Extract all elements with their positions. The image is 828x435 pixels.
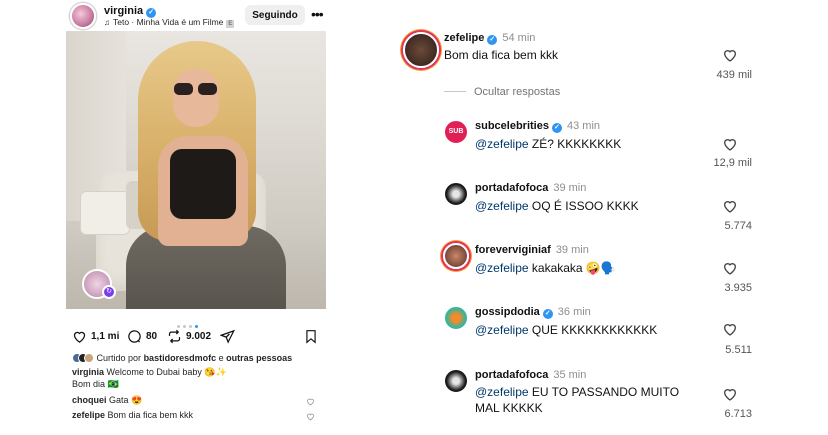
like-count: 6.713 — [724, 408, 752, 420]
heart-icon[interactable] — [306, 412, 315, 421]
comment-text: Bom dia fica bem kkk — [444, 48, 559, 62]
commenter-avatar[interactable] — [403, 32, 439, 68]
liked-by-avatars — [72, 353, 94, 365]
heart-icon[interactable] — [722, 386, 738, 402]
top-comment: zefelipe Bom dia fica bem kkk — [72, 410, 194, 420]
comment-text: @zefelipe kakakaka 🤪🗣️ — [475, 261, 616, 275]
like-count: 439 mil — [716, 69, 752, 81]
comment-button[interactable]: 80 — [127, 329, 157, 344]
post-header: virginia ✓ ♫ Teto · Minha Vida é um Filme E… — [68, 2, 330, 30]
author-avatar[interactable] — [70, 3, 96, 29]
send-icon — [220, 329, 235, 344]
more-horizontal-icon[interactable]: ••• — [311, 6, 324, 22]
like-count: 5.774 — [724, 220, 752, 232]
bookmark-icon — [306, 330, 316, 344]
music-note-icon: ♫ — [104, 18, 110, 27]
repost-icon — [168, 329, 181, 344]
like-count: 3.935 — [724, 282, 752, 294]
comment-icon — [128, 330, 141, 343]
heart-icon[interactable] — [306, 397, 315, 406]
verified-icon: ✓ — [542, 309, 553, 319]
heart-icon[interactable] — [722, 47, 738, 63]
comment-text: @zefelipe ZÉ? KKKKKKKK — [475, 137, 622, 151]
commenter-avatar[interactable] — [443, 305, 469, 331]
repost-badge-icon: ↻ — [102, 285, 116, 299]
heart-icon[interactable] — [722, 136, 738, 152]
verified-icon: ✓ — [551, 123, 562, 133]
like-button[interactable]: 1,1 mi — [72, 329, 119, 344]
share-button[interactable] — [220, 329, 235, 344]
commenter-avatar[interactable] — [443, 243, 469, 269]
instagram-post: virginia ✓ ♫ Teto · Minha Vida é um Filme E… — [62, 0, 332, 435]
heart-icon — [73, 331, 86, 343]
comment-text-line2: MAL KKKKK — [475, 401, 543, 415]
comment-text: @zefelipe OQ É ISSOO KKKK — [475, 199, 639, 213]
post-photo[interactable]: ↻ — [66, 31, 326, 309]
commenter-avatar[interactable]: SUB — [443, 119, 469, 145]
heart-icon[interactable] — [722, 321, 738, 337]
liked-by[interactable]: Curtido por bastidoresdmofc e outras pes… — [72, 353, 292, 365]
music-info[interactable]: ♫ Teto · Minha Vida é um Filme E — [104, 17, 235, 28]
commenter-avatar[interactable] — [443, 181, 469, 207]
post-caption-line2: Bom dia 🇧🇷 — [72, 379, 119, 389]
heart-icon[interactable] — [722, 198, 738, 214]
save-button[interactable] — [304, 329, 318, 347]
hide-replies-button[interactable]: Ocultar respostas — [444, 86, 560, 98]
commenter-avatar[interactable] — [443, 368, 469, 394]
following-button[interactable]: Seguindo — [245, 5, 305, 25]
comment-text: @zefelipe EU TO PASSANDO MUITO — [475, 385, 680, 399]
like-count: 5.511 — [725, 344, 752, 356]
post-actions: 1,1 mi 80 9.002 — [72, 326, 322, 348]
top-comment: choquei Gata 😍 — [72, 395, 143, 405]
repost-button[interactable]: 9.002 — [167, 329, 211, 344]
post-caption: virginia Welcome to Dubai baby 😘✨ — [72, 367, 227, 377]
heart-icon[interactable] — [722, 260, 738, 276]
verified-icon: ✓ — [487, 35, 498, 45]
like-count: 12,9 mil — [713, 157, 752, 169]
comment-text: @zefelipe QUE KKKKKKKKKKKK — [475, 323, 658, 337]
explicit-badge: E — [226, 20, 235, 28]
comment-thread: zefelipe ✓ 54 min Bom dia fica bem kkk 439… — [400, 20, 760, 425]
